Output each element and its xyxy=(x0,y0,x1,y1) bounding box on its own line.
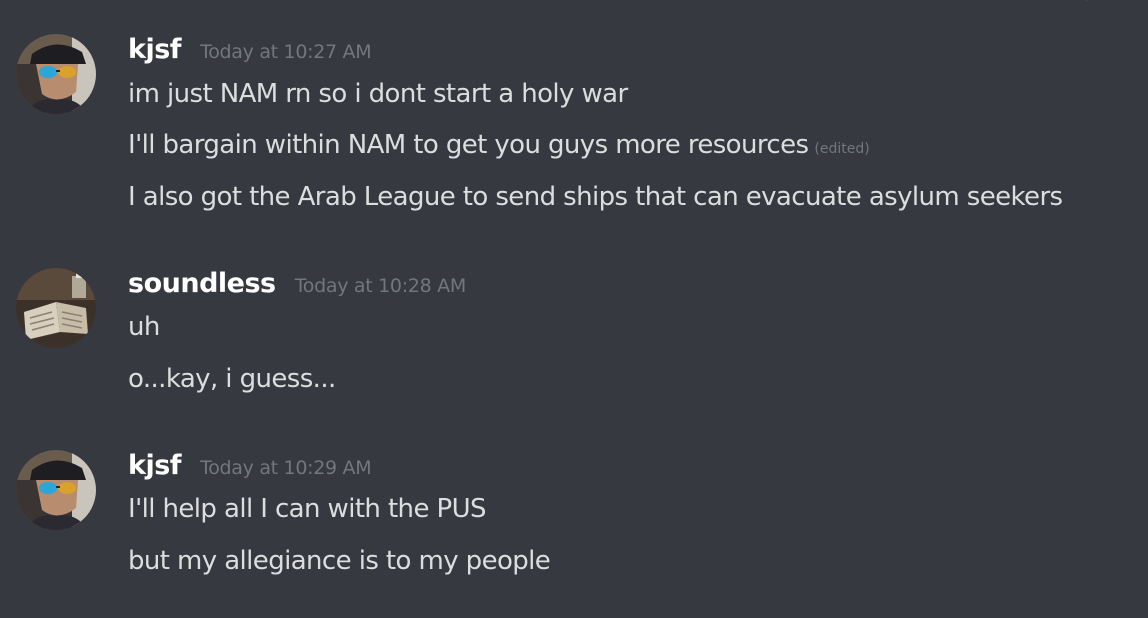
message-text: im just NAM rn so i dont start a holy wa… xyxy=(128,79,628,109)
message-line: im just NAM rn so i dont start a holy wa… xyxy=(128,79,628,109)
message-text: I'll bargain within NAM to get you guys … xyxy=(128,130,870,160)
avatar[interactable] xyxy=(16,268,96,348)
username[interactable]: soundless xyxy=(128,268,276,299)
timestamp: Today at 10:28 AM xyxy=(294,275,467,297)
message-header: kjsf Today at 10:29 AM xyxy=(128,450,372,490)
timestamp: Today at 10:29 AM xyxy=(200,457,372,479)
message-text: uh xyxy=(128,312,160,342)
username[interactable]: kjsf xyxy=(128,450,182,481)
message-text: I also got the Arab League to send ships… xyxy=(128,182,1063,212)
kjsf-avatar-icon xyxy=(16,450,96,530)
message-header: kjsf Today at 10:27 AM xyxy=(128,34,372,74)
avatar[interactable] xyxy=(16,450,96,530)
timestamp: Today at 10:27 AM xyxy=(200,41,372,63)
message-text: o...kay, i guess... xyxy=(128,364,336,394)
message-text: but my allegiance is to my people xyxy=(128,546,551,576)
message-text: I'll help all I can with the PUS xyxy=(128,494,487,524)
message-header: soundless Today at 10:28 AM xyxy=(128,268,466,308)
message-line: o...kay, i guess... xyxy=(128,364,336,394)
message-line: uh xyxy=(128,312,160,342)
avatar[interactable] xyxy=(16,34,96,114)
edited-label: (edited) xyxy=(814,141,870,157)
message-line: I'll bargain within NAM to get you guys … xyxy=(128,130,809,160)
kjsf-avatar-icon xyxy=(16,34,96,114)
clipped-toolbar-icon xyxy=(1086,0,1088,1)
message-line: I also got the Arab League to send ships… xyxy=(128,182,1063,212)
message-line: I'll help all I can with the PUS xyxy=(128,494,487,524)
username[interactable]: kjsf xyxy=(128,34,182,65)
message-line: but my allegiance is to my people xyxy=(128,546,551,576)
chat-messages-pane: kjsf Today at 10:27 AM im just NAM rn so… xyxy=(0,0,1148,618)
soundless-avatar-icon xyxy=(16,268,96,348)
